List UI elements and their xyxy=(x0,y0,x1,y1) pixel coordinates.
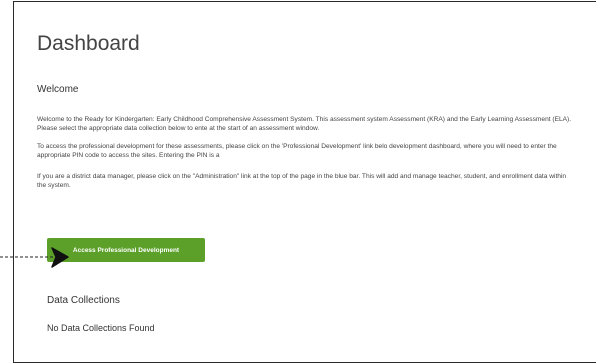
dashboard-window: Dashboard Welcome Welcome to the Ready f… xyxy=(13,1,596,363)
arrow-pointer-icon xyxy=(0,247,69,268)
administration-paragraph: If you are a district data manager, plea… xyxy=(37,173,567,189)
welcome-heading: Welcome xyxy=(37,84,79,95)
page-title: Dashboard xyxy=(37,32,140,55)
no-data-collections-message: No Data Collections Found xyxy=(47,323,155,333)
screenshot-stage: Dashboard Welcome Welcome to the Ready f… xyxy=(0,0,596,364)
data-collections-heading: Data Collections xyxy=(47,295,120,306)
professional-development-paragraph: To access the professional development f… xyxy=(37,143,557,159)
welcome-paragraph: Welcome to the Ready for Kindergarten: E… xyxy=(37,116,572,132)
access-professional-development-button[interactable]: Access Professional Development xyxy=(47,238,205,262)
